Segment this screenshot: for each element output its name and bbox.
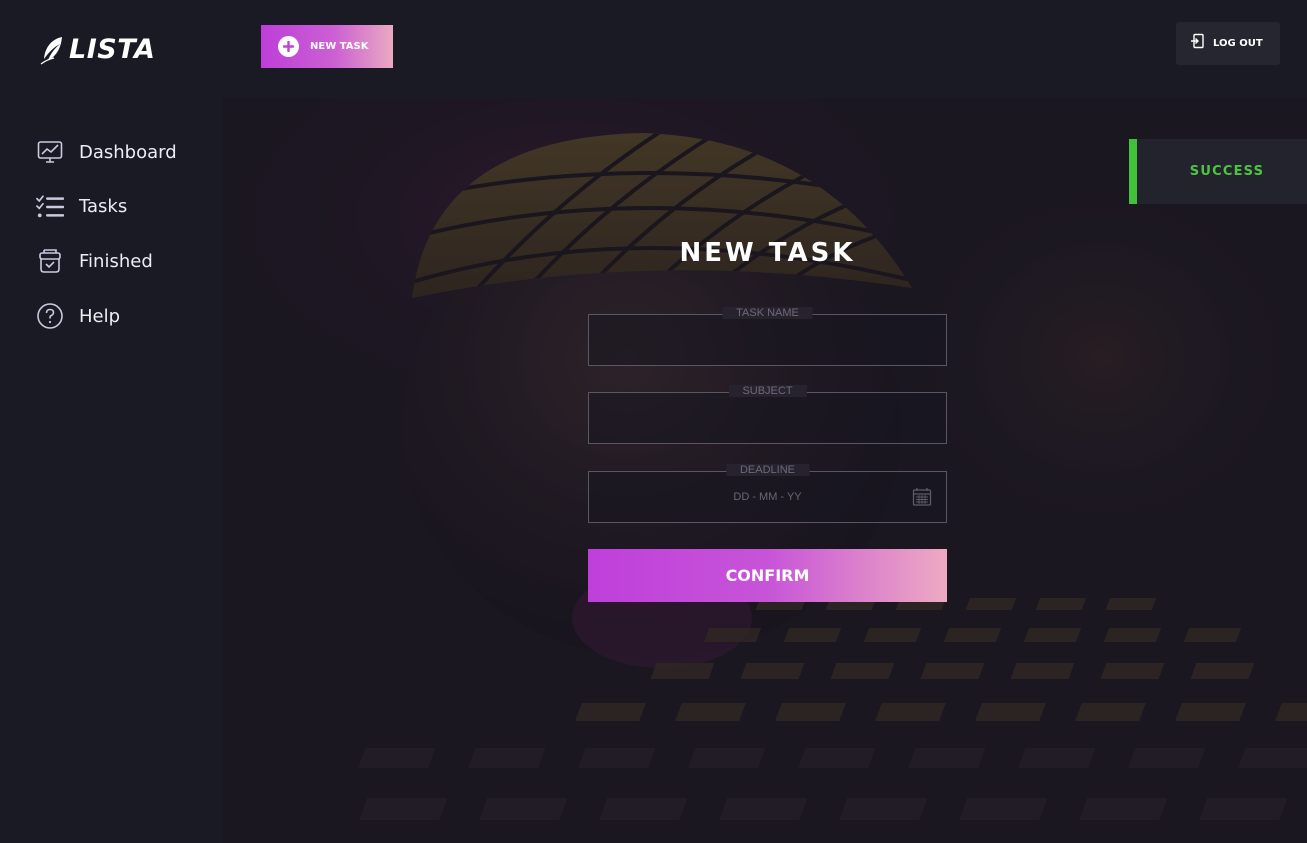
new-task-button[interactable]: NEW TASK — [261, 25, 393, 68]
sidebar-nav: Dashboard Tasks Finished Help — [36, 138, 177, 357]
task-name-input[interactable] — [589, 315, 946, 365]
subject-input[interactable] — [589, 393, 946, 443]
new-task-button-label: NEW TASK — [310, 41, 369, 52]
form-title: NEW TASK — [679, 238, 856, 268]
sidebar-item-dashboard[interactable]: Dashboard — [36, 138, 177, 166]
sidebar-item-label: Tasks — [79, 196, 128, 218]
subject-field: SUBJECT — [588, 385, 947, 444]
confirm-button[interactable]: CONFIRM — [588, 549, 947, 602]
logout-button[interactable]: LOG OUT — [1176, 22, 1280, 65]
toast-message: SUCCESS — [1189, 164, 1265, 179]
task-name-field: TASK NAME — [588, 307, 947, 366]
dashboard-chart-icon — [36, 138, 64, 166]
sidebar-item-label: Finished — [79, 250, 153, 272]
sidebar: LISTA Dashboard Tasks Finished Help — [0, 0, 222, 843]
finished-box-icon — [36, 247, 64, 275]
sidebar-item-tasks[interactable]: Tasks — [36, 193, 177, 221]
feather-logo-icon — [40, 36, 62, 64]
sidebar-item-help[interactable]: Help — [36, 302, 177, 330]
sidebar-item-finished[interactable]: Finished — [36, 247, 177, 275]
main-content: SUCCESS NEW TASK TASK NAME SUBJECT DEADL… — [222, 98, 1307, 843]
logout-button-label: LOG OUT — [1213, 38, 1263, 49]
success-toast: SUCCESS — [1129, 139, 1307, 204]
app-logo[interactable]: LISTA — [40, 34, 155, 65]
deadline-field: DEADLINE — [588, 464, 947, 523]
logout-door-icon — [1190, 33, 1206, 54]
sidebar-item-label: Help — [79, 305, 121, 327]
confirm-button-label: CONFIRM — [725, 566, 810, 585]
plus-circle-icon — [278, 36, 299, 57]
calendar-icon[interactable] — [912, 487, 932, 512]
deadline-input[interactable] — [589, 472, 946, 522]
logo-text: LISTA — [69, 34, 156, 65]
help-circle-icon — [36, 302, 64, 330]
checklist-icon — [36, 193, 64, 221]
sidebar-item-label: Dashboard — [79, 141, 177, 163]
